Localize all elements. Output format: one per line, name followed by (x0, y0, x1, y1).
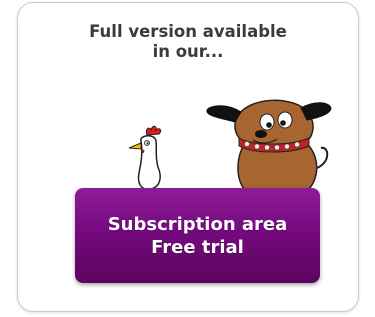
headline-line-1: Full version available (89, 22, 287, 41)
promo-headline: Full version available in our... (18, 22, 358, 62)
subscription-button[interactable]: Subscription area Free trial (75, 188, 320, 283)
headline-line-2: in our... (152, 42, 224, 61)
free-trial-label: Free trial (151, 236, 244, 258)
chicken-illustration (128, 125, 162, 196)
promo-card: Full version available in our... Subscri… (17, 2, 359, 312)
subscription-button-label: Subscription area (107, 213, 288, 235)
